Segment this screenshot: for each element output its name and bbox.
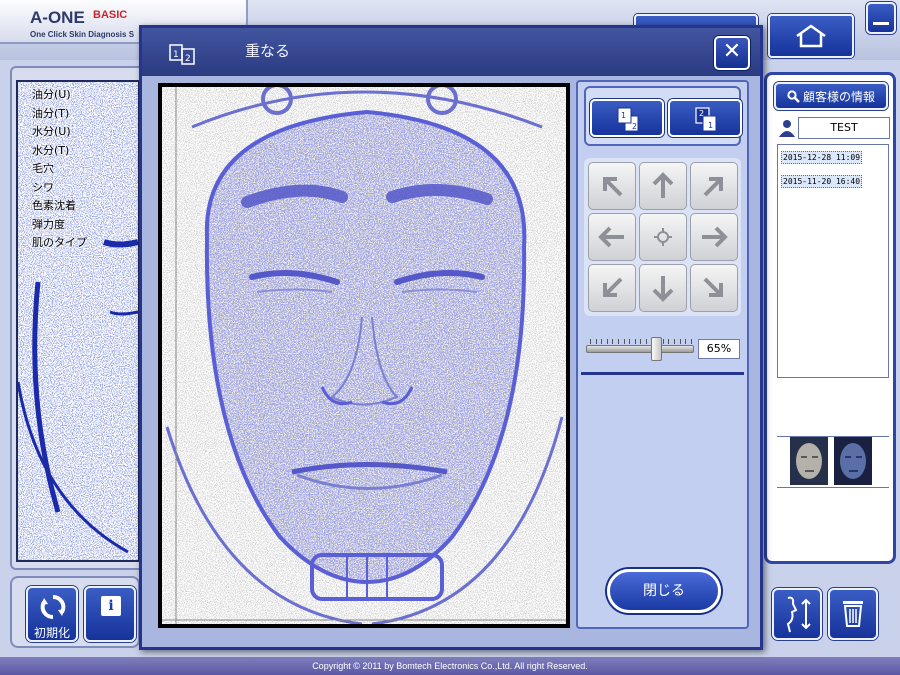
user-icon: [779, 120, 795, 137]
trash-icon: [843, 601, 863, 627]
move-left-button[interactable]: [588, 213, 636, 261]
slider-tick: [623, 339, 625, 344]
dialog-title: 重なる: [245, 42, 291, 60]
overlay-controls-panel: 1 2 2 1 65% 閉じる: [576, 80, 749, 629]
slider-tick: [606, 339, 608, 344]
thumbnail-face[interactable]: [834, 437, 872, 485]
menu-item[interactable]: 油分(U): [16, 86, 136, 105]
layer-order-group: 1 2 2 1: [584, 86, 742, 146]
customer-info-label: 顧客様の情報: [802, 89, 875, 104]
layer-front-label: 1: [621, 111, 626, 120]
move-up-right-button[interactable]: [690, 162, 738, 210]
measurement-date-list: 2015-12-28 11:09 2015-11-20 16:40: [777, 144, 889, 378]
slider-tick: [612, 339, 614, 344]
minimize-icon: [873, 22, 889, 25]
slider-tick: [618, 339, 619, 344]
thumbnail-strip: [777, 436, 889, 488]
home-icon: [796, 24, 826, 48]
slider-tick: [640, 339, 642, 344]
slider-tick: [601, 339, 603, 344]
slider-tick: [690, 339, 692, 344]
move-right-button[interactable]: [690, 213, 738, 261]
direction-pad: [584, 158, 741, 316]
move-down-button[interactable]: [639, 264, 687, 312]
overlay-face-image[interactable]: [158, 83, 570, 628]
menu-item[interactable]: 色素沈着: [16, 197, 136, 216]
measurement-menu: 油分(U) 油分(T) 水分(U) 水分(T) 毛穴 シワ 色素沈着 弾力度 肌…: [16, 86, 136, 253]
layer-order-2-over-1-button[interactable]: 2 1: [668, 99, 742, 137]
logo-subtitle: One Click Skin Diagnosis S: [30, 30, 135, 39]
arrow-down-left-icon: [603, 277, 623, 297]
layer-back-label: 1: [708, 121, 713, 130]
slider-tick: [685, 339, 687, 344]
home-button[interactable]: [768, 14, 854, 58]
center-position-button[interactable]: [639, 213, 687, 261]
arrow-down-icon: [652, 276, 674, 302]
slider-tick: [668, 339, 670, 344]
info-icon: i: [101, 596, 121, 616]
layer-order-icon: 2 1: [695, 107, 717, 132]
arrow-right-icon: [702, 226, 728, 248]
slider-tick: [679, 339, 681, 344]
crosshair-icon: [654, 228, 672, 246]
minimize-button[interactable]: [866, 2, 896, 34]
profile-compare-button[interactable]: [772, 588, 822, 640]
customer-name: TEST: [798, 117, 890, 139]
reset-button[interactable]: 初期化: [26, 586, 78, 642]
move-down-left-button[interactable]: [588, 264, 636, 312]
slider-tick: [662, 339, 664, 344]
thumbnail-face[interactable]: [790, 437, 828, 485]
face-profile-icon: [786, 596, 811, 633]
layer-front-label: 2: [699, 109, 704, 118]
arrow-down-right-icon: [703, 277, 723, 297]
move-down-right-button[interactable]: [690, 264, 738, 312]
menu-item[interactable]: 油分(T): [16, 105, 136, 124]
delete-button[interactable]: [828, 588, 878, 640]
layer-order-icon: 1 2: [617, 107, 639, 132]
overlay-layers-icon: 1 2: [169, 44, 195, 65]
move-up-button[interactable]: [639, 162, 687, 210]
customer-row: TEST: [776, 117, 890, 139]
menu-item[interactable]: 肌のタイプ: [16, 234, 136, 253]
close-dialog-button[interactable]: 閉じる: [607, 569, 721, 613]
layer-order-1-over-2-button[interactable]: 1 2: [590, 99, 664, 137]
dialog-titlebar: 1 2 重なる ✕: [142, 28, 760, 76]
arrow-left-icon: [598, 226, 624, 248]
slider-thumb[interactable]: [651, 337, 663, 361]
overlay-dialog: 1 2 重なる ✕ 1 2 2 1 65% 閉じる: [139, 25, 763, 650]
slider-tick: [674, 339, 675, 344]
arrow-up-right-icon: [703, 177, 723, 197]
slider-tick: [629, 339, 631, 344]
layer-back-label: 2: [632, 122, 637, 131]
svg-text:1: 1: [173, 50, 179, 60]
menu-item[interactable]: シワ: [16, 179, 136, 198]
svg-text:2: 2: [185, 54, 191, 64]
divider: [581, 372, 744, 375]
slider-tick: [595, 339, 597, 344]
refresh-icon: [40, 595, 66, 619]
menu-item[interactable]: 水分(T): [16, 142, 136, 161]
arrow-up-icon: [652, 172, 674, 198]
menu-item[interactable]: 水分(U): [16, 123, 136, 142]
info-button[interactable]: i: [84, 586, 136, 642]
date-item[interactable]: 2015-12-28 11:09: [781, 151, 863, 164]
reset-label: 初期化: [33, 626, 70, 640]
search-icon: [787, 89, 800, 103]
slider-track[interactable]: [586, 345, 694, 353]
menu-item[interactable]: 毛穴: [16, 160, 136, 179]
arrow-up-left-icon: [603, 177, 623, 197]
move-up-left-button[interactable]: [588, 162, 636, 210]
slider-tick: [590, 339, 591, 344]
slider-tick: [646, 339, 647, 344]
slider-tick: [634, 339, 636, 344]
menu-item[interactable]: 弾力度: [16, 216, 136, 235]
logo-title: A-ONE: [30, 8, 85, 27]
date-item[interactable]: 2015-11-20 16:40: [781, 175, 863, 188]
copyright-bar: Copyright © 2011 by Bomtech Electronics …: [0, 657, 900, 675]
close-x-button[interactable]: ✕: [714, 36, 750, 70]
opacity-slider[interactable]: [586, 337, 694, 361]
logo-badge: BASIC: [93, 9, 128, 21]
customer-info-button[interactable]: 顧客様の情報: [774, 82, 888, 110]
opacity-value: 65%: [698, 339, 740, 359]
